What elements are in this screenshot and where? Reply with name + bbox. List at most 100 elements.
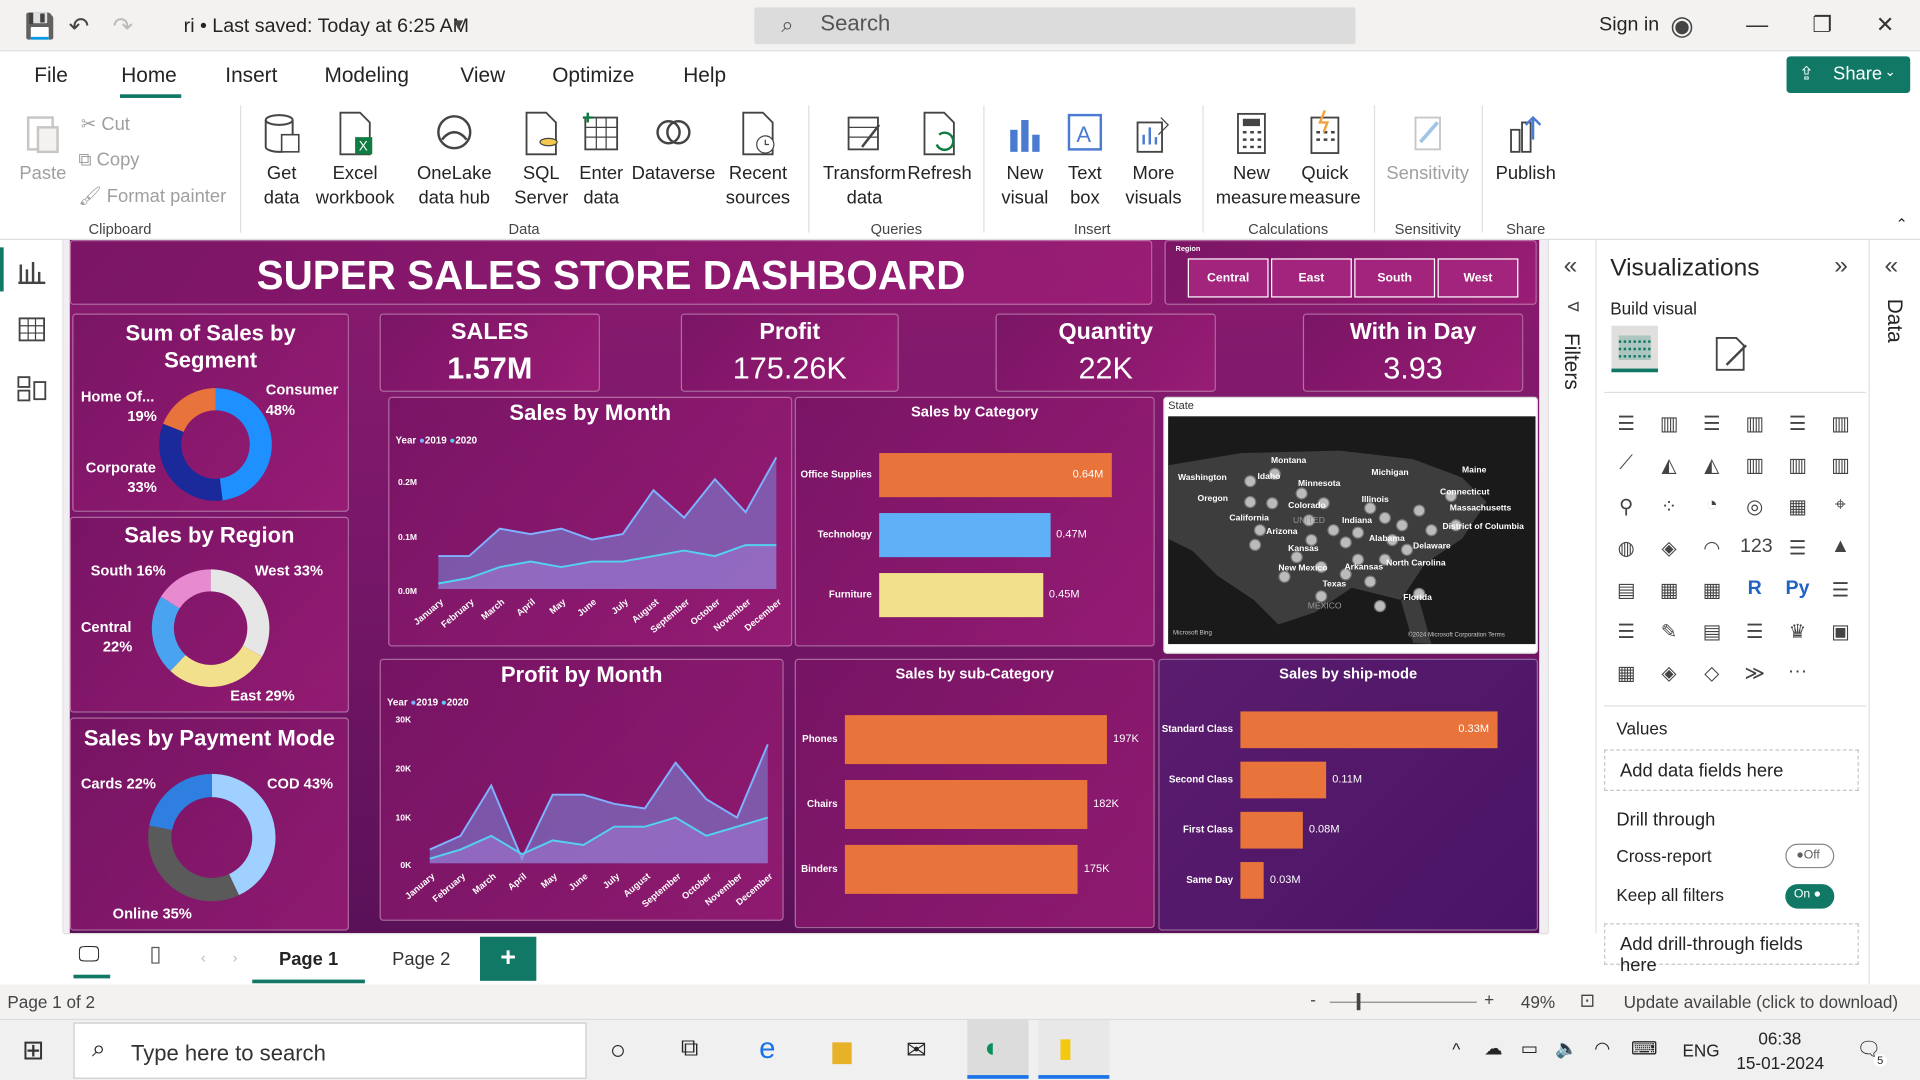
file-explorer-icon[interactable]: ▆ bbox=[833, 1035, 852, 1066]
trophy-icon[interactable]: ♛ bbox=[1783, 620, 1812, 647]
menu-view[interactable]: View bbox=[460, 64, 505, 88]
map-point[interactable] bbox=[1373, 600, 1387, 613]
table-icon[interactable]: ▦ bbox=[1654, 578, 1683, 605]
line-column-icon[interactable]: ▥ bbox=[1740, 453, 1769, 480]
collapse-ribbon-icon[interactable]: ⌃ bbox=[1896, 216, 1908, 233]
area-icon[interactable]: ◭ bbox=[1654, 453, 1683, 480]
sign-in-link[interactable]: Sign in bbox=[1599, 15, 1659, 37]
menu-file[interactable]: File bbox=[34, 64, 68, 88]
language-indicator[interactable]: ENG bbox=[1682, 1041, 1719, 1061]
line-icon[interactable]: ⟋ bbox=[1611, 453, 1640, 480]
cross-report-toggle[interactable]: ●Off bbox=[1785, 843, 1835, 869]
onelake-button[interactable]: OneLake data hub bbox=[398, 110, 511, 210]
transform-data-button[interactable]: Transform data bbox=[823, 110, 906, 210]
donut-slice-online[interactable] bbox=[148, 825, 239, 902]
tab-scroll-left-icon[interactable]: ‹ bbox=[201, 949, 206, 966]
pie-icon[interactable]: ◔ bbox=[1697, 495, 1726, 522]
menu-insert[interactable]: Insert bbox=[225, 64, 277, 88]
slicer-option-south[interactable]: South bbox=[1354, 258, 1436, 298]
donut-slice-consumer[interactable] bbox=[215, 388, 272, 501]
tab-scroll-right-icon[interactable]: › bbox=[233, 949, 238, 966]
waterfall-icon[interactable]: ▥ bbox=[1826, 453, 1855, 480]
taskbar-search-input[interactable]: ⌕ Type here to search bbox=[73, 1022, 587, 1079]
multi-row-card-icon[interactable]: ☰ bbox=[1783, 536, 1812, 563]
format-painter-button[interactable]: 🖌 Format painter bbox=[78, 185, 226, 207]
redo-icon[interactable]: ↷ bbox=[113, 11, 134, 42]
matrix-icon[interactable]: ▦ bbox=[1697, 578, 1726, 605]
kpi-quantity[interactable]: Quantity 22K bbox=[995, 313, 1216, 392]
drill-through-drop-zone[interactable]: Add drill-through fields here bbox=[1604, 923, 1859, 976]
minimize-icon[interactable]: — bbox=[1746, 12, 1768, 38]
filled-map-icon[interactable]: ◍ bbox=[1611, 536, 1640, 563]
zoom-slider-thumb[interactable] bbox=[1356, 993, 1361, 1011]
kpi-sales[interactable]: SALES 1.57M bbox=[379, 313, 601, 392]
slicer-icon[interactable]: ▤ bbox=[1611, 578, 1640, 605]
map-point[interactable] bbox=[1351, 526, 1365, 539]
publish-button[interactable]: Publish bbox=[1491, 110, 1560, 186]
volume-icon[interactable]: 🔈 bbox=[1555, 1037, 1578, 1059]
map-point[interactable] bbox=[1295, 487, 1308, 500]
shipmode-bar-card[interactable]: Sales by ship-mode Standard Class 0.33M Se… bbox=[1158, 658, 1538, 931]
search-input[interactable]: ⌕ Search bbox=[754, 7, 1356, 45]
bar[interactable] bbox=[844, 715, 1107, 765]
menu-help[interactable]: Help bbox=[683, 64, 726, 88]
sales-month-card[interactable]: Sales by Month Year ●2019 ●2020 0.2M 0.1… bbox=[388, 396, 793, 647]
model-view-icon[interactable] bbox=[17, 375, 47, 402]
tray-chevron-icon[interactable]: ^ bbox=[1452, 1040, 1460, 1060]
profit-area-chart[interactable] bbox=[425, 721, 773, 868]
key-influencers-icon[interactable]: ☰ bbox=[1826, 578, 1855, 605]
cortana-icon[interactable]: ○ bbox=[610, 1035, 626, 1067]
donut-slice-cards[interactable] bbox=[149, 773, 212, 830]
payment-donut[interactable] bbox=[144, 770, 279, 905]
excel-workbook-button[interactable]: X Excel workbook bbox=[313, 110, 396, 210]
stacked-column-icon[interactable]: ▥ bbox=[1654, 411, 1683, 438]
menu-home[interactable]: Home bbox=[121, 64, 177, 88]
state-map-card[interactable]: State Montana Washington Idaho Minnesota Mic… bbox=[1163, 396, 1538, 654]
subcategory-bar-card[interactable]: Sales by sub-Category Phones 197K Chairs 18… bbox=[794, 658, 1155, 929]
zoom-in-icon[interactable]: + bbox=[1484, 989, 1494, 1009]
edge-icon[interactable]: e bbox=[759, 1032, 775, 1066]
map-point[interactable] bbox=[1364, 575, 1377, 588]
refresh-button[interactable]: Refresh bbox=[907, 110, 972, 186]
clustered-column-icon[interactable]: ▥ bbox=[1740, 411, 1769, 438]
collapse-filters-icon[interactable]: « bbox=[1564, 252, 1578, 280]
slicer-option-east[interactable]: East bbox=[1271, 258, 1352, 298]
keyboard-icon[interactable]: ⌨ bbox=[1631, 1037, 1658, 1059]
mobile-layout-icon[interactable]: ▯ bbox=[149, 942, 161, 968]
region-donut-card[interactable]: Sales by Region South 16% West 33% Centr… bbox=[69, 516, 349, 713]
bar[interactable] bbox=[879, 513, 1051, 558]
cut-button[interactable]: ✂ Cut bbox=[81, 113, 130, 135]
bar[interactable] bbox=[844, 780, 1087, 829]
dataverse-button[interactable]: Dataverse bbox=[631, 110, 717, 186]
clustered-bar-icon[interactable]: ☰ bbox=[1697, 411, 1726, 438]
azure-map-icon[interactable]: ◈ bbox=[1654, 536, 1683, 563]
stacked-area-icon[interactable]: ◭ bbox=[1697, 453, 1726, 480]
fit-to-page-icon[interactable]: ⊡ bbox=[1580, 989, 1595, 1012]
slicer-option-central[interactable]: Central bbox=[1187, 258, 1269, 298]
donut-slice-corporate[interactable] bbox=[159, 423, 223, 501]
text-box-button[interactable]: A Text box bbox=[1058, 110, 1112, 210]
ribbon-icon[interactable]: ▥ bbox=[1783, 453, 1812, 480]
treemap-icon[interactable]: ▦ bbox=[1783, 495, 1812, 522]
save-icon[interactable]: 💾 bbox=[24, 11, 54, 42]
menu-modeling[interactable]: Modeling bbox=[324, 64, 408, 88]
report-icon[interactable]: ▣ bbox=[1826, 620, 1855, 647]
slicer-option-west[interactable]: West bbox=[1437, 258, 1519, 298]
payment-donut-card[interactable]: Sales by Payment Mode Cards 22% COD 43% … bbox=[69, 717, 349, 931]
update-notice[interactable]: Update available (click to download) bbox=[1624, 992, 1898, 1012]
map-point[interactable] bbox=[1425, 524, 1438, 537]
build-visual-tab[interactable] bbox=[1611, 325, 1658, 373]
new-visual-button[interactable]: New visual bbox=[997, 110, 1053, 210]
report-view-icon[interactable] bbox=[17, 257, 46, 285]
table-view-icon[interactable] bbox=[17, 316, 46, 343]
100-bar-icon[interactable]: ☰ bbox=[1783, 411, 1812, 438]
sql-server-button[interactable]: SQL Server bbox=[514, 110, 568, 210]
100-column-icon[interactable]: ▥ bbox=[1826, 411, 1855, 438]
desktop-layout-button[interactable]: 🖵 bbox=[73, 937, 111, 979]
metrics-icon[interactable]: ▦ bbox=[1611, 661, 1640, 688]
tab-page-1[interactable]: Page 1 bbox=[252, 936, 365, 984]
more-icon[interactable]: ··· bbox=[1783, 661, 1812, 688]
format-visual-icon[interactable] bbox=[1712, 333, 1754, 375]
filters-pane[interactable]: « ⊲ Filters bbox=[1547, 240, 1597, 934]
battery-icon[interactable]: ▭ bbox=[1521, 1037, 1538, 1059]
